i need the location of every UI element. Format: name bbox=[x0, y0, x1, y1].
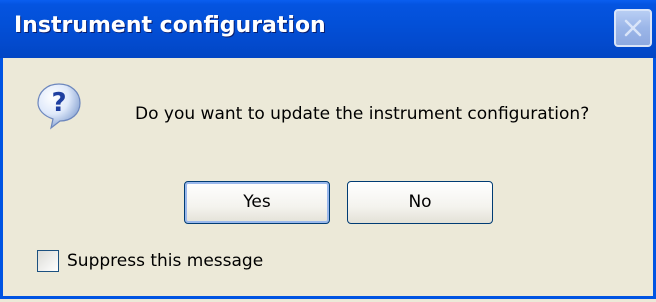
yes-button[interactable]: Yes bbox=[184, 181, 330, 224]
svg-text:?: ? bbox=[51, 88, 66, 118]
message-text: Do you want to update the instrument con… bbox=[135, 104, 590, 124]
instrument-configuration-dialog: Instrument configuration ? Do you want t… bbox=[0, 0, 656, 299]
no-button[interactable]: No bbox=[347, 181, 493, 224]
close-button[interactable] bbox=[614, 9, 652, 47]
close-icon bbox=[624, 19, 642, 37]
question-icon: ? bbox=[37, 83, 81, 130]
window-title: Instrument configuration bbox=[14, 13, 326, 38]
suppress-label[interactable]: Suppress this message bbox=[67, 250, 263, 272]
dialog-content: ? Do you want to update the instrument c… bbox=[3, 58, 653, 296]
title-bar[interactable]: Instrument configuration bbox=[0, 0, 656, 58]
suppress-checkbox[interactable] bbox=[37, 250, 59, 272]
